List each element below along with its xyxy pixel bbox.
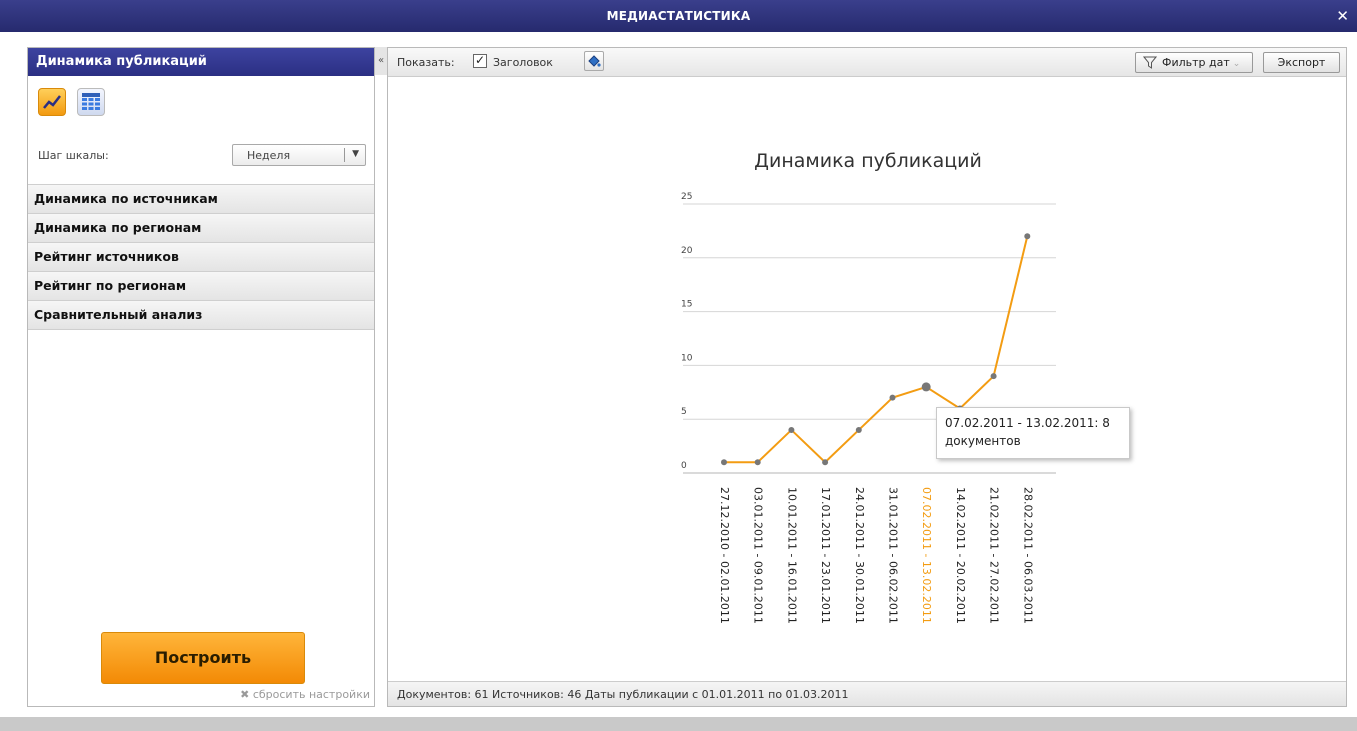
data-point bbox=[822, 459, 829, 466]
show-label: Показать: bbox=[397, 56, 455, 69]
y-tick-label: 10 bbox=[681, 353, 693, 363]
data-point bbox=[990, 373, 997, 380]
sidebar: Динамика публикаций Шаг шкалы: Неделя ▼ … bbox=[27, 47, 375, 707]
chart-toolbar: Показать: ✓ Заголовок Фильтр дат ⌄ Экспор… bbox=[388, 48, 1346, 77]
data-point bbox=[921, 382, 931, 392]
main-panel: Показать: ✓ Заголовок Фильтр дат ⌄ Экспор… bbox=[387, 47, 1347, 707]
scale-select-value: Неделя bbox=[247, 149, 291, 162]
build-button[interactable]: Построить bbox=[101, 632, 305, 684]
sidebar-header[interactable]: Динамика публикаций bbox=[28, 48, 374, 76]
data-point bbox=[721, 459, 727, 466]
y-tick-label: 0 bbox=[681, 461, 687, 471]
data-point bbox=[788, 426, 795, 433]
y-tick-label: 15 bbox=[681, 300, 692, 310]
window-title: МЕДИАСТАТИСТИКА bbox=[606, 9, 751, 23]
menu-item-sources-dynamics[interactable]: Динамика по источникам bbox=[28, 184, 374, 213]
x-tick-label: 03.01.2011 - 09.01.2011 bbox=[752, 487, 765, 624]
paint-bucket-icon[interactable] bbox=[584, 51, 604, 71]
line-chart: Динамика публикаций 0 5 10 15 20 25 27.12.2010 … bbox=[681, 150, 1056, 624]
x-tick-label: 14.02.2011 - 20.02.2011 bbox=[954, 487, 967, 624]
collapse-sidebar-icon[interactable]: « bbox=[375, 47, 387, 75]
tooltip-line-1: 07.02.2011 - 13.02.2011: 8 bbox=[945, 416, 1110, 430]
close-icon[interactable]: ✕ bbox=[1336, 7, 1349, 25]
x-tick-label: 31.01.2011 - 06.02.2011 bbox=[887, 487, 900, 624]
data-point bbox=[1024, 233, 1031, 240]
x-tick-label: 24.01.2011 - 30.01.2011 bbox=[853, 487, 866, 624]
scale-row: Шаг шкалы: Неделя ▼ bbox=[38, 144, 368, 168]
menu-item-regions-rating[interactable]: Рейтинг по регионам bbox=[28, 271, 374, 300]
y-tick-label: 25 bbox=[681, 192, 692, 202]
chevron-down-icon[interactable]: ▼ bbox=[352, 149, 359, 159]
y-tick-label: 5 bbox=[681, 407, 687, 417]
date-filter-label: Фильтр дат bbox=[1162, 56, 1230, 69]
double-chevron-down-icon: ⌄ bbox=[1232, 59, 1241, 69]
status-bar: Документов: 61 Источников: 46 Даты публи… bbox=[388, 681, 1346, 706]
x-tick-label: 17.01.2011 - 23.01.2011 bbox=[819, 487, 832, 624]
reset-settings-link[interactable]: ✖ сбросить настройки bbox=[240, 688, 370, 701]
x-tick-label: 10.01.2011 - 16.01.2011 bbox=[785, 487, 798, 624]
scale-select[interactable]: Неделя ▼ bbox=[232, 144, 366, 166]
view-switcher bbox=[38, 88, 111, 116]
data-point bbox=[855, 426, 862, 433]
menu-item-regions-dynamics[interactable]: Динамика по регионам bbox=[28, 213, 374, 242]
line-chart-icon[interactable] bbox=[38, 88, 66, 116]
data-point bbox=[889, 394, 896, 401]
title-bar: МЕДИАСТАТИСТИКА ✕ bbox=[0, 0, 1357, 32]
header-checkbox[interactable]: ✓ bbox=[473, 54, 487, 68]
x-tick-label: 28.02.2011 - 06.03.2011 bbox=[1021, 487, 1034, 624]
x-tick-label: 27.12.2010 - 02.01.2011 bbox=[718, 487, 731, 624]
export-button[interactable]: Экспорт bbox=[1263, 52, 1340, 73]
y-tick-label: 20 bbox=[681, 246, 693, 256]
x-tick-label: 21.02.2011 - 27.02.2011 bbox=[988, 487, 1001, 624]
select-divider bbox=[344, 148, 345, 162]
menu-item-sources-rating[interactable]: Рейтинг источников bbox=[28, 242, 374, 271]
menu-item-comparative-analysis[interactable]: Сравнительный анализ bbox=[28, 300, 374, 330]
tooltip-line-2: документов bbox=[945, 434, 1021, 448]
data-point bbox=[754, 459, 761, 466]
x-tick-label: 07.02.2011 - 13.02.2011 bbox=[920, 487, 933, 624]
chart-tooltip: 07.02.2011 - 13.02.2011: 8 документов bbox=[936, 407, 1130, 459]
chart-area: Динамика публикаций 0 5 10 15 20 25 27.12.2010 … bbox=[388, 77, 1346, 681]
table-grid-icon[interactable] bbox=[77, 88, 106, 116]
scale-label: Шаг шкалы: bbox=[38, 149, 109, 162]
bottom-strip bbox=[0, 717, 1357, 731]
chart-title: Динамика публикаций bbox=[754, 150, 982, 172]
header-checkbox-label[interactable]: Заголовок bbox=[493, 56, 553, 69]
funnel-icon bbox=[1143, 56, 1157, 69]
report-menu: Динамика по источникам Динамика по регио… bbox=[28, 184, 374, 330]
date-filter-button[interactable]: Фильтр дат ⌄ bbox=[1135, 52, 1253, 73]
